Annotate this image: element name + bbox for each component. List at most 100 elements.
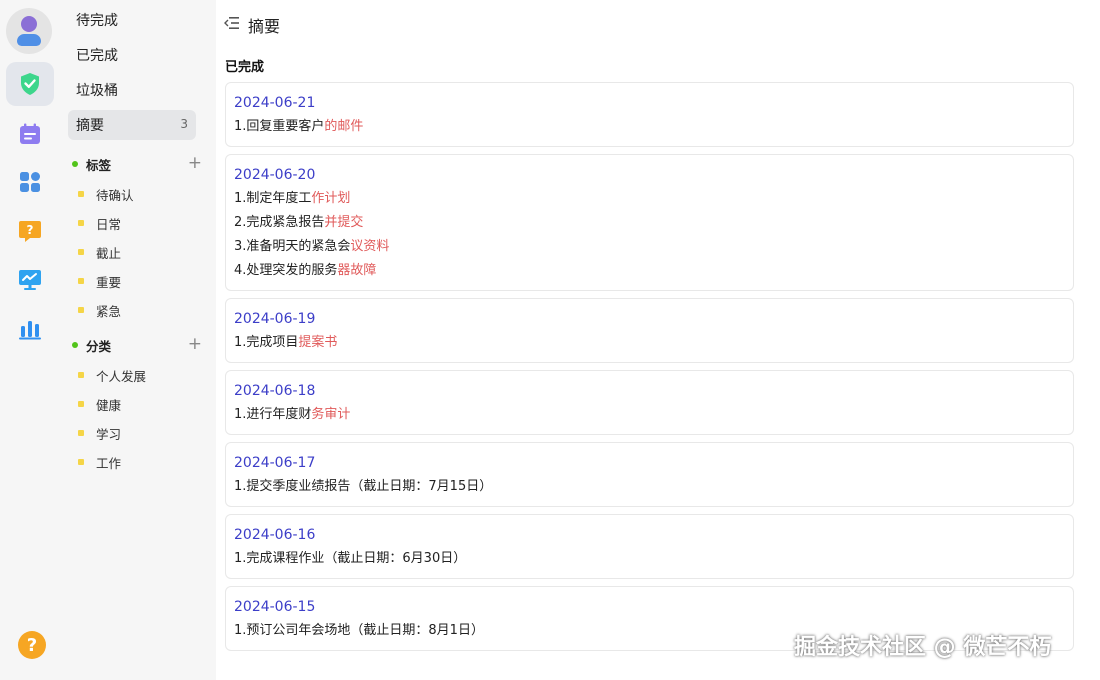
task-text: 2.完成紧急报告	[234, 215, 325, 230]
green-dot-icon	[72, 342, 78, 348]
task-text-highlight: 议资料	[350, 239, 390, 254]
bar-chart-icon	[19, 321, 41, 340]
task-text-highlight: 作计划	[311, 191, 351, 206]
svg-text:?: ?	[27, 223, 34, 237]
category-square-icon	[78, 459, 84, 465]
category-label: 工作	[96, 455, 122, 471]
watermark: 掘金技术社区 @ 微芒不朽	[794, 635, 1052, 660]
question-chat-icon: ?	[19, 221, 41, 242]
task-item: 1.进行年度财务审计	[234, 405, 1065, 429]
category-label: 学习	[96, 426, 122, 442]
summary-card: 2024-06-19 1.完成项目提案书	[225, 298, 1074, 363]
task-text: 1.回复重要客户	[234, 119, 325, 134]
nav-item-label: 垃圾桶	[76, 83, 118, 99]
task-text: 3.准备明天的紧急会	[234, 239, 351, 254]
main-content: 摘要 已完成 2024-06-21 1.回复重要客户的邮件 2024-06-20…	[216, 0, 1100, 680]
tag-label: 待确认	[96, 187, 134, 203]
summary-card: 2024-06-20 1.制定年度工作计划 2.完成紧急报告并提交 3.准备明天…	[225, 154, 1074, 291]
card-date: 2024-06-19	[234, 311, 316, 327]
task-item: 1.提交季度业绩报告（截止日期：7月15日）	[234, 477, 1065, 501]
categories-section-header: 分类 +	[72, 334, 202, 355]
task-item: 1.完成项目提案书	[234, 333, 1065, 357]
task-text: 1.预订公司年会场地（截止日期：8月1日）	[234, 623, 484, 638]
rail-charts-button[interactable]	[6, 307, 54, 351]
nav-item-label: 摘要	[76, 118, 104, 134]
tag-item[interactable]: 日常	[78, 213, 121, 233]
summary-card: 2024-06-21 1.回复重要客户的邮件	[225, 82, 1074, 147]
monitor-chart-icon	[19, 270, 41, 290]
task-text: 1.进行年度财	[234, 407, 312, 422]
summary-card: 2024-06-17 1.提交季度业绩报告（截止日期：7月15日）	[225, 442, 1074, 507]
add-category-button[interactable]: +	[188, 334, 202, 354]
tag-square-icon	[78, 278, 84, 284]
nav-item-trash[interactable]: 垃圾桶	[68, 75, 196, 105]
calendar-icon	[20, 123, 40, 144]
rail-questions-button[interactable]: ?	[6, 209, 54, 253]
section-title: 已完成	[225, 60, 265, 75]
icon-rail: ? ?	[0, 0, 58, 680]
card-date: 2024-06-17	[234, 455, 316, 471]
task-text: 1.完成课程作业（截止日期：6月30日）	[234, 551, 467, 566]
nav-item-summary[interactable]: 摘要 3	[68, 110, 196, 140]
category-square-icon	[78, 372, 84, 378]
nav-item-count: 3	[180, 117, 188, 131]
avatar[interactable]	[6, 8, 52, 54]
check-shield-icon	[21, 73, 39, 95]
task-text-highlight: 的邮件	[324, 119, 364, 134]
category-label: 个人发展	[96, 368, 147, 384]
avatar-head	[21, 16, 37, 32]
task-text: 1.制定年度工	[234, 191, 312, 206]
nav-item-label: 已完成	[76, 48, 118, 64]
tags-section-label: 标签	[86, 157, 112, 173]
tag-label: 重要	[96, 274, 122, 290]
nav-item-pending[interactable]: 待完成	[68, 5, 196, 35]
tag-item[interactable]: 待确认	[78, 184, 134, 204]
categories-section-label: 分类	[86, 338, 112, 354]
category-square-icon	[78, 401, 84, 407]
add-tag-button[interactable]: +	[188, 153, 202, 173]
tag-square-icon	[78, 220, 84, 226]
rail-apps-button[interactable]	[6, 160, 54, 204]
category-item[interactable]: 学习	[78, 423, 121, 443]
tag-label: 截止	[96, 245, 122, 261]
task-text: 4.处理突发的服务	[234, 263, 338, 278]
app-window: ? ? 待完成 已完成 垃圾桶 摘要 3 标签 + 待确认 日常 截止 重要 紧…	[0, 0, 1100, 680]
page-title: 摘要	[248, 17, 281, 36]
card-date: 2024-06-21	[234, 95, 316, 111]
rail-tasks-button[interactable]	[6, 62, 54, 106]
card-date: 2024-06-18	[234, 383, 316, 399]
card-date: 2024-06-16	[234, 527, 316, 543]
tag-item[interactable]: 紧急	[78, 300, 121, 320]
nav-item-completed[interactable]: 已完成	[68, 40, 196, 70]
help-icon[interactable]: ?	[18, 631, 46, 659]
nav-panel: 待完成 已完成 垃圾桶 摘要 3 标签 + 待确认 日常 截止 重要 紧急 分类…	[58, 0, 216, 680]
category-item[interactable]: 健康	[78, 394, 121, 414]
green-dot-icon	[72, 161, 78, 167]
category-item[interactable]: 工作	[78, 452, 121, 472]
tags-section-header: 标签 +	[72, 153, 202, 174]
task-item: 1.制定年度工作计划	[234, 189, 1065, 213]
rail-calendar-button[interactable]	[6, 112, 54, 156]
tag-item[interactable]: 重要	[78, 271, 121, 291]
task-text-highlight: 器故障	[337, 263, 377, 278]
tag-label: 日常	[96, 216, 122, 232]
rail-stats-button[interactable]	[6, 258, 54, 302]
tag-item[interactable]: 截止	[78, 242, 121, 262]
task-text: 1.提交季度业绩报告（截止日期：7月15日）	[234, 479, 493, 494]
category-square-icon	[78, 430, 84, 436]
category-label: 健康	[96, 397, 122, 413]
tag-square-icon	[78, 249, 84, 255]
task-text-highlight: 提案书	[298, 335, 338, 350]
card-date: 2024-06-15	[234, 599, 316, 615]
task-item: 4.处理突发的服务器故障	[234, 261, 1065, 285]
task-text: 1.完成项目	[234, 335, 299, 350]
collapse-menu-icon[interactable]	[224, 15, 240, 31]
task-item: 3.准备明天的紧急会议资料	[234, 237, 1065, 261]
summary-card: 2024-06-18 1.进行年度财务审计	[225, 370, 1074, 435]
category-item[interactable]: 个人发展	[78, 365, 146, 385]
tag-square-icon	[78, 191, 84, 197]
task-item: 1.完成课程作业（截止日期：6月30日）	[234, 549, 1065, 573]
task-item: 2.完成紧急报告并提交	[234, 213, 1065, 237]
task-text-highlight: 并提交	[324, 215, 364, 230]
tag-label: 紧急	[96, 303, 122, 319]
